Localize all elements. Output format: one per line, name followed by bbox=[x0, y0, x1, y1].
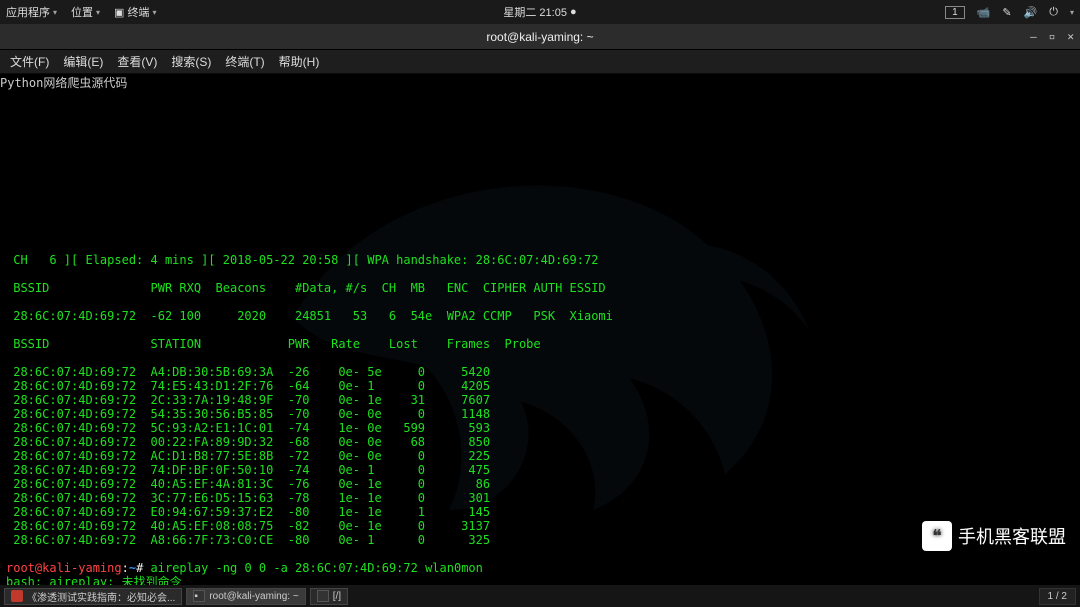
bottom-taskbar: 《渗透测试实践指南：必知必会... ▪root@kali-yaming: ~ [… bbox=[0, 585, 1080, 607]
client-row: 28:6C:07:4D:69:72 A4:DB:30:5B:69:3A -26 … bbox=[6, 365, 490, 379]
task-files[interactable]: [/] bbox=[310, 588, 348, 605]
menu-help[interactable]: 帮助(H) bbox=[279, 53, 320, 70]
gnome-top-panel: 应用程序 ▾ 位置 ▾ ▣ 终端 ▾ 星期二 21:05 ● 1 📹 ✎ 🔊 ⏻… bbox=[0, 0, 1080, 24]
ap-header-row: BSSID PWR RXQ Beacons #Data, #/s CH MB E… bbox=[6, 281, 606, 295]
menu-edit[interactable]: 编辑(E) bbox=[63, 53, 103, 70]
client-row: 28:6C:07:4D:69:72 2C:33:7A:19:48:9F -70 … bbox=[6, 393, 490, 407]
tools-icon[interactable]: ✎ bbox=[1002, 6, 1011, 19]
close-button[interactable]: ✕ bbox=[1067, 30, 1074, 43]
bash-error: bash: aireplay: 未找到命令 bbox=[6, 575, 182, 585]
client-row: 28:6C:07:4D:69:72 3C:77:E6:D5:15:63 -78 … bbox=[6, 491, 490, 505]
wechat-icon: ❝ bbox=[922, 521, 952, 551]
airodump-header: CH 6 ][ Elapsed: 4 mins ][ 2018-05-22 20… bbox=[6, 253, 598, 267]
client-row: 28:6C:07:4D:69:72 AC:D1:B8:77:5E:8B -72 … bbox=[6, 449, 490, 463]
minimize-button[interactable]: — bbox=[1030, 30, 1037, 43]
client-row: 28:6C:07:4D:69:72 A8:66:7F:73:C0:CE -80 … bbox=[6, 533, 490, 547]
video-icon[interactable]: 📹 bbox=[977, 6, 991, 19]
workspace-pager[interactable]: 1 / 2 bbox=[1039, 588, 1076, 605]
menu-terminal[interactable]: 终端(T) bbox=[225, 53, 264, 70]
app-icon bbox=[11, 590, 23, 602]
menu-file[interactable]: 文件(F) bbox=[10, 53, 49, 70]
client-row: 28:6C:07:4D:69:72 40:A5:EF:08:08:75 -82 … bbox=[6, 519, 490, 533]
window-title-text: root@kali-yaming: ~ bbox=[486, 30, 593, 44]
client-row: 28:6C:07:4D:69:72 E0:94:67:59:37:E2 -80 … bbox=[6, 505, 490, 519]
maximize-button[interactable]: ▫ bbox=[1049, 30, 1056, 43]
clock[interactable]: 星期二 21:05 ● bbox=[503, 4, 576, 20]
client-row: 28:6C:07:4D:69:72 00:22:FA:89:9D:32 -68 … bbox=[6, 435, 490, 449]
workspace-indicator[interactable]: 1 bbox=[945, 6, 965, 19]
volume-icon[interactable]: 🔊 bbox=[1024, 6, 1038, 19]
command: aireplay -ng 0 0 -a 28:6C:07:4D:69:72 wl… bbox=[151, 561, 483, 575]
client-row: 28:6C:07:4D:69:72 5C:93:A2:E1:1C:01 -74 … bbox=[6, 421, 490, 435]
window-titlebar[interactable]: root@kali-yaming: ~ — ▫ ✕ bbox=[0, 24, 1080, 50]
places-menu[interactable]: 位置 ▾ bbox=[71, 4, 100, 20]
applications-menu[interactable]: 应用程序 ▾ bbox=[6, 4, 57, 20]
folder-icon bbox=[317, 590, 329, 602]
terminal-launcher[interactable]: ▣ 终端 ▾ bbox=[114, 4, 156, 20]
terminal-viewport[interactable]: Python网络爬虫源代码 CH 6 ][ Elapsed: 4 mins ][… bbox=[0, 74, 1080, 585]
terminal-menubar: 文件(F) 编辑(E) 查看(V) 搜索(S) 终端(T) 帮助(H) bbox=[0, 50, 1080, 74]
client-row: 28:6C:07:4D:69:72 54:35:30:56:B5:85 -70 … bbox=[6, 407, 490, 421]
task-terminal[interactable]: ▪root@kali-yaming: ~ bbox=[186, 588, 305, 605]
client-header-row: BSSID STATION PWR Rate Lost Frames Probe bbox=[6, 337, 541, 351]
desktop-folder[interactable]: Python网络爬虫源代码 bbox=[0, 74, 1080, 91]
task-book[interactable]: 《渗透测试实践指南：必知必会... bbox=[4, 588, 182, 605]
system-menu-chevron[interactable]: ▾ bbox=[1070, 8, 1074, 17]
watermark: ❝ 手机黑客联盟 bbox=[922, 521, 1066, 551]
menu-search[interactable]: 搜索(S) bbox=[171, 53, 211, 70]
ap-row: 28:6C:07:4D:69:72 -62 100 2020 24851 53 … bbox=[6, 309, 613, 323]
terminal-output: CH 6 ][ Elapsed: 4 mins ][ 2018-05-22 20… bbox=[0, 91, 1080, 585]
client-row: 28:6C:07:4D:69:72 40:A5:EF:4A:81:3C -76 … bbox=[6, 477, 490, 491]
client-row: 28:6C:07:4D:69:72 74:E5:43:D1:2F:76 -64 … bbox=[6, 379, 490, 393]
client-row: 28:6C:07:4D:69:72 74:DF:BF:0F:50:10 -74 … bbox=[6, 463, 490, 477]
terminal-icon: ▪ bbox=[193, 590, 205, 602]
prompt-path: ~ bbox=[129, 561, 136, 575]
power-icon[interactable]: ⏻ bbox=[1049, 6, 1058, 19]
prompt-user: root@kali-yaming bbox=[6, 561, 122, 575]
folder-label: Python网络爬虫源代码 bbox=[0, 74, 1080, 91]
menu-view[interactable]: 查看(V) bbox=[117, 53, 157, 70]
terminal-icon: ▣ bbox=[114, 6, 124, 19]
